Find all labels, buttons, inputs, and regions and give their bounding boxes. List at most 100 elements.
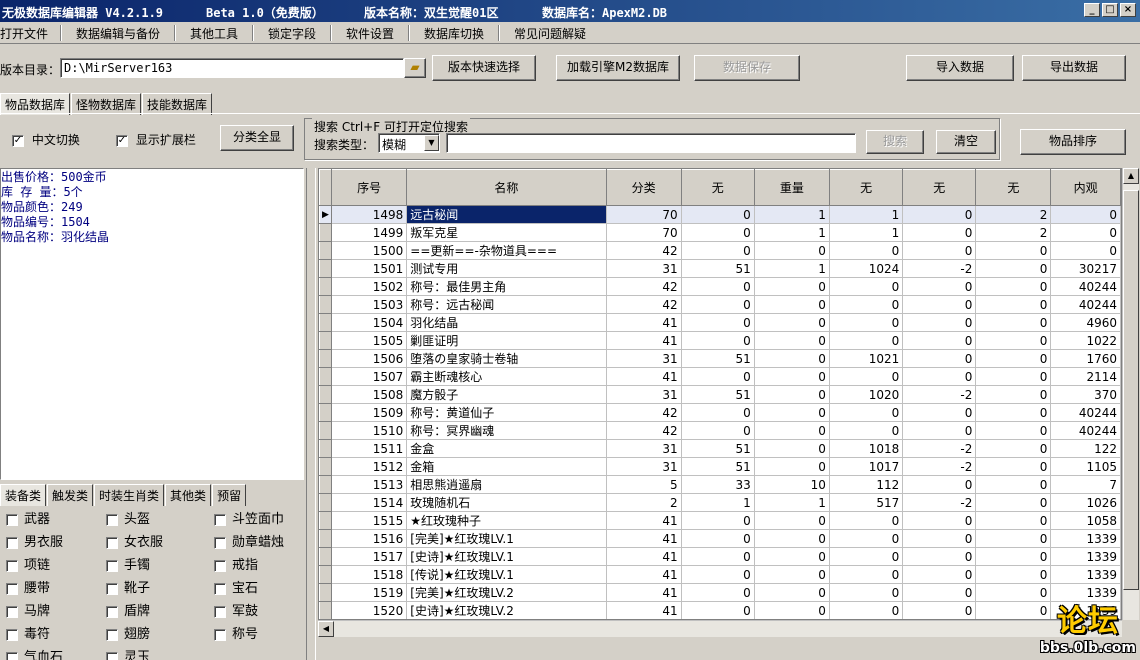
- cell-value[interactable]: 2: [606, 493, 682, 512]
- row-indicator[interactable]: [319, 349, 332, 368]
- cell-value[interactable]: 0: [754, 457, 830, 476]
- cell-value[interactable]: 0: [829, 313, 904, 332]
- cell-value[interactable]: 1516: [331, 529, 408, 548]
- row-indicator[interactable]: [319, 601, 332, 619]
- cell-value[interactable]: 31: [606, 259, 682, 278]
- cell-value[interactable]: 122: [1050, 439, 1121, 458]
- menu-other-tools[interactable]: 其他工具: [190, 25, 238, 42]
- cell-value[interactable]: 0: [681, 367, 755, 386]
- cell-value[interactable]: 0: [754, 295, 830, 314]
- cell-value[interactable]: 51: [681, 349, 755, 368]
- cell-value[interactable]: 41: [606, 547, 682, 566]
- table-row[interactable]: 1512 金箱 31 51 0 1017 -2 0 1105: [319, 457, 1121, 476]
- column-header[interactable]: 无: [680, 169, 755, 206]
- category-checkbox[interactable]: [106, 559, 118, 572]
- cell-value[interactable]: 1024: [829, 259, 904, 278]
- row-indicator[interactable]: [319, 565, 332, 584]
- table-row[interactable]: 1505 剿匪证明 41 0 0 0 0 0 1022: [319, 331, 1121, 350]
- search-input[interactable]: [446, 133, 856, 153]
- cell-value[interactable]: 0: [681, 241, 755, 260]
- category-checkbox[interactable]: [214, 513, 226, 526]
- cell-value[interactable]: 51: [681, 259, 755, 278]
- cell-value[interactable]: 0: [754, 439, 830, 458]
- category-item[interactable]: 宝石: [214, 577, 258, 596]
- cell-value[interactable]: 51: [681, 439, 755, 458]
- cell-name[interactable]: 称号：冥界幽魂: [406, 421, 607, 440]
- cell-value[interactable]: 0: [975, 349, 1052, 368]
- cell-value[interactable]: 0: [902, 367, 977, 386]
- cell-name[interactable]: 叛军克星: [406, 223, 607, 242]
- tab-items[interactable]: 物品数据库: [0, 93, 71, 115]
- cell-value[interactable]: 0: [975, 529, 1052, 548]
- category-item[interactable]: 盾牌: [106, 600, 150, 619]
- cell-value[interactable]: 0: [902, 295, 977, 314]
- category-item[interactable]: 军鼓: [214, 600, 258, 619]
- cell-value[interactable]: 0: [754, 421, 830, 440]
- cell-value[interactable]: 0: [902, 583, 977, 602]
- scroll-up-icon[interactable]: ▲: [1123, 168, 1139, 184]
- cell-value[interactable]: 0: [681, 313, 755, 332]
- column-header[interactable]: 无: [975, 169, 1052, 206]
- cell-value[interactable]: 0: [902, 475, 977, 494]
- table-row[interactable]: 1510 称号：冥界幽魂 42 0 0 0 0 0 40244: [319, 421, 1121, 440]
- cell-value[interactable]: 0: [754, 367, 830, 386]
- cell-value[interactable]: 0: [902, 331, 977, 350]
- cell-value[interactable]: 0: [902, 277, 977, 296]
- menu-lock-fields[interactable]: 锁定字段: [268, 25, 316, 42]
- cell-name[interactable]: [完美]★红玫瑰LV.2: [406, 583, 607, 602]
- cell-value[interactable]: -2: [902, 259, 977, 278]
- cell-value[interactable]: 0: [681, 583, 755, 602]
- cell-value[interactable]: 51: [681, 385, 755, 404]
- cell-value[interactable]: 0: [902, 547, 977, 566]
- column-header[interactable]: 无: [902, 169, 977, 206]
- table-row[interactable]: 1519 [完美]★红玫瑰LV.2 41 0 0 0 0 0 1339: [319, 583, 1121, 602]
- vertical-scrollbar[interactable]: ▲: [1122, 168, 1139, 620]
- chevron-down-icon[interactable]: ▼: [424, 135, 439, 151]
- cell-value[interactable]: 1520: [331, 601, 408, 619]
- category-item[interactable]: 气血石: [6, 646, 63, 660]
- quick-select-button[interactable]: 版本快速选择: [432, 55, 536, 81]
- cell-value[interactable]: 7: [1050, 475, 1121, 494]
- column-header[interactable]: 内观: [1050, 169, 1121, 206]
- horizontal-scrollbar[interactable]: ◀: [318, 620, 1122, 637]
- save-data-button[interactable]: 数据保存: [694, 55, 800, 81]
- row-indicator[interactable]: [319, 295, 332, 314]
- row-indicator[interactable]: [319, 385, 332, 404]
- maximize-icon[interactable]: □: [1102, 3, 1118, 17]
- cell-value[interactable]: 41: [606, 331, 682, 350]
- cell-value[interactable]: 112: [829, 475, 904, 494]
- category-item[interactable]: 头盔: [106, 508, 150, 527]
- cell-value[interactable]: 41: [606, 565, 682, 584]
- cell-name[interactable]: 堕落の皇家骑士卷轴: [406, 349, 607, 368]
- row-indicator[interactable]: [319, 421, 332, 440]
- category-checkbox[interactable]: [6, 651, 18, 660]
- table-row[interactable]: 1517 [史诗]★红玫瑰LV.1 41 0 0 0 0 0 1339: [319, 547, 1121, 566]
- cell-value[interactable]: 41: [606, 529, 682, 548]
- cell-name[interactable]: 魔方骰子: [406, 385, 607, 404]
- cell-value[interactable]: 0: [681, 277, 755, 296]
- cell-value[interactable]: 0: [829, 403, 904, 422]
- table-row[interactable]: 1518 [传说]★红玫瑰LV.1 41 0 0 0 0 0 1339: [319, 565, 1121, 584]
- cell-value[interactable]: 1514: [331, 493, 408, 512]
- cell-value[interactable]: 1339: [1050, 547, 1121, 566]
- row-indicator[interactable]: [319, 529, 332, 548]
- cell-value[interactable]: 1512: [331, 457, 408, 476]
- category-checkbox[interactable]: [106, 536, 118, 549]
- cell-value[interactable]: 0: [681, 205, 755, 224]
- cell-value[interactable]: 0: [975, 547, 1052, 566]
- cell-name[interactable]: 称号：黄道仙子: [406, 403, 607, 422]
- cell-value[interactable]: 42: [606, 421, 682, 440]
- cell-value[interactable]: 1: [829, 223, 904, 242]
- cell-value[interactable]: 1017: [829, 457, 904, 476]
- cell-value[interactable]: 1501: [331, 259, 408, 278]
- table-row[interactable]: 1504 羽化结晶 41 0 0 0 0 0 4960: [319, 313, 1121, 332]
- cell-value[interactable]: 0: [829, 367, 904, 386]
- cell-value[interactable]: 0: [975, 277, 1052, 296]
- category-checkbox[interactable]: [106, 605, 118, 618]
- menu-settings[interactable]: 软件设置: [346, 25, 394, 42]
- cell-name[interactable]: 羽化结晶: [406, 313, 607, 332]
- cell-value[interactable]: 0: [754, 583, 830, 602]
- category-item[interactable]: 称号: [214, 623, 258, 642]
- category-item[interactable]: 腰带: [6, 577, 50, 596]
- cell-value[interactable]: -2: [902, 439, 977, 458]
